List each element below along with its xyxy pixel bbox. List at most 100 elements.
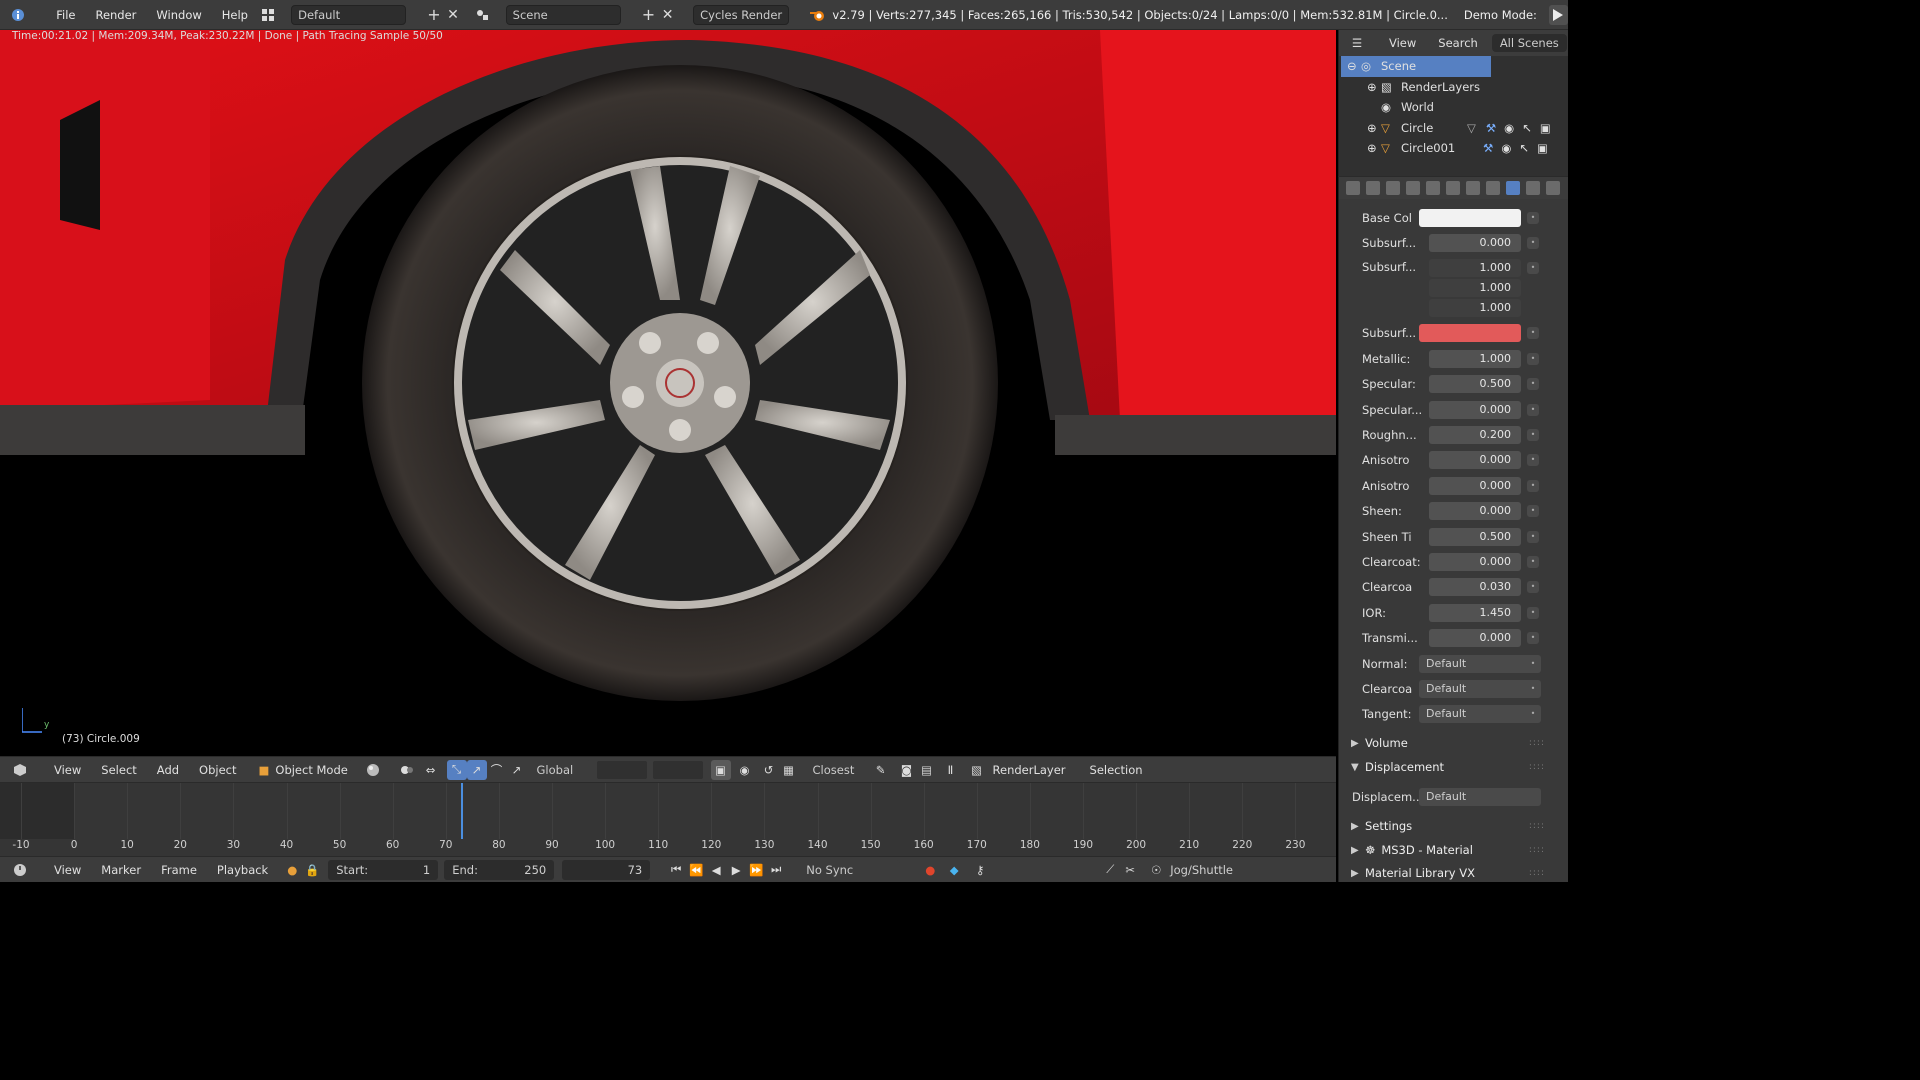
drag-grip-icon[interactable]: :::: — [1529, 762, 1545, 772]
render-engine-selector[interactable]: Cycles Render — [693, 4, 790, 25]
timeline-editor-icon[interactable] — [10, 860, 30, 880]
volume-section[interactable]: ▶ Volume:::: — [1339, 731, 1569, 755]
outliner-tab-search[interactable]: Search — [1438, 36, 1478, 50]
snap-selector[interactable]: Closest — [806, 759, 867, 780]
property-value-slider[interactable]: 0.000 — [1429, 400, 1521, 419]
orientation-selector[interactable]: Global — [530, 759, 591, 780]
keyframe-dot-icon[interactable]: • — [1527, 530, 1539, 543]
scene-selector[interactable]: Scene — [505, 4, 621, 25]
mode-selector[interactable]: ■ Object Mode — [252, 759, 353, 780]
keyframe-dot-icon[interactable]: • — [1527, 581, 1539, 594]
menu-add[interactable]: Add — [147, 763, 189, 777]
outliner-editor-icon[interactable]: ☰ — [1347, 33, 1367, 53]
keyframe-dot-icon[interactable]: • — [1527, 211, 1539, 224]
outliner-item-circle[interactable]: ⊕ ▽ Circle ▽ ⚒ ◉ ↖ ▣ — [1339, 118, 1568, 139]
shading-mode-icon[interactable] — [363, 760, 383, 780]
property-value-slider[interactable]: 1.000 — [1429, 349, 1521, 368]
menu-file[interactable]: File — [46, 8, 85, 22]
keyframe-dot-icon[interactable]: • — [1527, 236, 1539, 249]
visibility-eye-icon[interactable]: ◉ — [1501, 141, 1511, 155]
property-value-slider[interactable]: 0.000 — [1429, 502, 1521, 521]
translate-manipulator-icon[interactable]: ⤡ — [446, 759, 467, 780]
drag-grip-icon[interactable]: :::: — [1529, 738, 1545, 748]
property-value-slider[interactable]: 0.000 — [1429, 552, 1521, 571]
keyframe-dot-icon[interactable]: • — [1527, 352, 1539, 365]
expand-icon[interactable]: ⊕ — [1367, 121, 1381, 135]
menu-object[interactable]: Object — [189, 763, 246, 777]
next-key-icon[interactable]: ⏩ — [746, 860, 766, 880]
start-frame-field[interactable]: Start: 1 — [328, 859, 439, 880]
sync-selector[interactable]: No Sync — [800, 859, 901, 880]
keyframe-dot-icon[interactable]: • — [1527, 378, 1539, 391]
keyframe-dot-icon[interactable]: • — [1527, 454, 1539, 467]
prev-key-icon[interactable]: ⏪ — [686, 860, 706, 880]
manipulator-extra-icon[interactable]: ↗ — [507, 760, 527, 780]
outliner-tab-view[interactable]: View — [1389, 36, 1416, 50]
snap-target-icon[interactable]: ▦ — [779, 760, 799, 780]
scene-tab-icon[interactable] — [1386, 181, 1400, 195]
drag-grip-icon[interactable]: :::: — [1529, 821, 1545, 831]
menu-select[interactable]: Select — [91, 763, 146, 777]
collapse-icon[interactable]: ⊖ — [1347, 59, 1361, 73]
modifier-wrench-icon[interactable]: ⚒ — [1486, 121, 1496, 135]
keyframe-dot-icon[interactable]: • — [1527, 682, 1539, 695]
jump-end-icon[interactable]: ⏭ — [766, 860, 786, 880]
add-layout-icon[interactable]: + — [424, 5, 443, 25]
keying-set-icon[interactable]: ⚷ — [970, 860, 990, 880]
displacement-input-dropdown[interactable]: Default — [1419, 787, 1541, 806]
render-layer-label[interactable]: RenderLayer — [993, 763, 1066, 777]
selectable-cursor-icon[interactable]: ↖ — [1519, 141, 1529, 155]
end-frame-field[interactable]: End: 250 — [444, 859, 555, 880]
keying-icon[interactable]: ● — [282, 860, 302, 880]
particles-tab-icon[interactable] — [1546, 181, 1560, 195]
vector-component-field[interactable]: 1.000 — [1429, 298, 1521, 317]
rotate-manipulator-icon[interactable]: ↗ — [466, 759, 487, 780]
manipulator-icon[interactable]: ⇔ — [421, 760, 441, 780]
property-value-slider[interactable]: 0.030 — [1429, 578, 1521, 597]
keyframe-dot-icon[interactable]: • — [1527, 505, 1539, 518]
timeline-menu-frame[interactable]: Frame — [151, 863, 207, 877]
property-value-slider[interactable]: 0.000 — [1429, 476, 1521, 495]
layout-selector[interactable]: Default — [291, 4, 407, 25]
world-tab-icon[interactable] — [1406, 181, 1420, 195]
keyframe-dot-icon[interactable]: • — [1527, 632, 1539, 645]
play-reverse-icon[interactable]: ◀ — [706, 860, 726, 880]
keyframe-dot-icon[interactable]: • — [1527, 479, 1539, 492]
record-icon[interactable]: ● — [920, 860, 940, 880]
keyframe-dot-icon[interactable]: • — [1527, 403, 1539, 416]
timeline-menu-playback[interactable]: Playback — [207, 863, 278, 877]
timeline[interactable]: -10 0 10 20 30 40 50 60 70 80 90 100 110 120 130 140 150… — [0, 782, 1336, 856]
renderable-camera-icon[interactable]: ▣ — [1540, 121, 1551, 135]
vector-component-field[interactable]: 1.000 — [1429, 278, 1521, 297]
render-layer-tab-icon[interactable] — [1366, 181, 1380, 195]
keyframe-dot-icon[interactable]: • — [1527, 428, 1539, 441]
playhead[interactable] — [461, 783, 463, 839]
property-value-slider[interactable]: 0.500 — [1429, 527, 1521, 546]
property-value-slider[interactable]: 0.000 — [1429, 233, 1521, 252]
timeline-menu-marker[interactable]: Marker — [91, 863, 151, 877]
selectable-cursor-icon[interactable]: ↖ — [1522, 121, 1532, 135]
property-value-slider[interactable]: 0.200 — [1429, 425, 1521, 444]
pivot-point-icon[interactable] — [397, 760, 417, 780]
menu-window[interactable]: Window — [146, 8, 211, 22]
3d-viewport-render[interactable] — [0, 30, 1336, 756]
delete-layout-icon[interactable]: ✕ — [443, 5, 462, 25]
expand-icon[interactable]: ⊕ — [1367, 141, 1381, 155]
snap-icon[interactable]: ↺ — [759, 760, 779, 780]
constraints-tab-icon[interactable] — [1446, 181, 1460, 195]
scissors-icon[interactable]: ✂ — [1120, 860, 1140, 880]
editor-type-icon[interactable] — [10, 760, 30, 780]
keyframe-dot-icon[interactable]: • — [1527, 555, 1539, 568]
render-layer-icon[interactable]: ▧ — [967, 760, 987, 780]
property-value-slider[interactable]: 0.500 — [1429, 375, 1521, 394]
jump-start-icon[interactable]: ⏮ — [666, 860, 686, 880]
play-icon[interactable]: ▶ — [726, 860, 746, 880]
ms3d-material-section[interactable]: ▶ ☸ MS3D - Material:::: — [1339, 838, 1569, 862]
keyframe-dot-icon[interactable]: • — [1527, 606, 1539, 619]
property-dropdown[interactable]: Default — [1419, 705, 1541, 724]
jog-shuttle-icon[interactable]: ☉ — [1146, 860, 1166, 880]
material-library-section[interactable]: ▶ Material Library VX:::: — [1339, 861, 1569, 885]
material-tab-icon[interactable] — [1506, 181, 1520, 195]
property-value-slider[interactable]: 0.000 — [1429, 451, 1521, 470]
screen-layout-icon[interactable] — [258, 5, 277, 25]
